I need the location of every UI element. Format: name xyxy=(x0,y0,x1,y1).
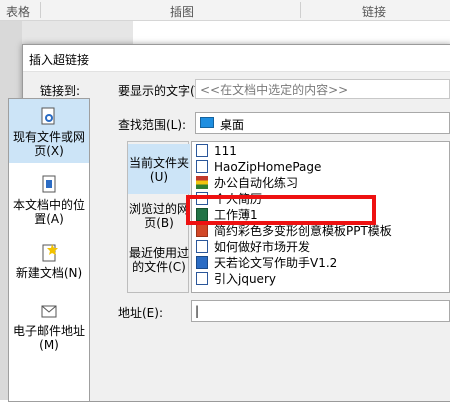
link-new-document-label: 新建文档(N) xyxy=(15,266,83,280)
look-in-combo[interactable]: 桌面 xyxy=(195,112,450,134)
list-item[interactable]: 111 xyxy=(196,144,446,159)
header-separator xyxy=(40,2,41,18)
nav-current-folder[interactable]: 当前文件夹(U) xyxy=(128,144,190,194)
header-col-link: 链接 xyxy=(362,5,387,19)
look-in-label: 查找范围(L): xyxy=(118,118,187,132)
list-item[interactable]: 办公自动化练习 xyxy=(196,176,446,191)
link-email-address[interactable]: 电子邮件地址(M) xyxy=(9,299,89,359)
dialog-titlebar: 插入超链接 xyxy=(23,45,450,72)
list-item[interactable]: HaoZipHomePage xyxy=(196,160,446,175)
link-existing-file-label: 现有文件或网页(X) xyxy=(12,130,85,158)
display-text-input[interactable]: <<在文档中选定的内容>> xyxy=(195,79,450,99)
nav-recent-files[interactable]: 最近使用过的文件(C) xyxy=(128,246,190,290)
link-to-panel: 现有文件或网页(X) 本文档中的位置(A) 新建文档(N) 电子邮件地址(M) xyxy=(8,98,90,402)
folder-archive-icon xyxy=(196,176,208,189)
list-item[interactable]: 如何做好市场开发 xyxy=(196,240,446,255)
new-document-icon xyxy=(42,244,58,262)
list-item[interactable]: 简约彩色多变形创意模板PPT模板 xyxy=(196,224,446,239)
bookmark-doc-icon xyxy=(42,175,56,193)
nav-browsed-pages[interactable]: 浏览过的网页(B) xyxy=(128,202,190,238)
existing-file-icon xyxy=(41,107,55,125)
header-separator xyxy=(300,2,301,18)
app-icon xyxy=(196,256,208,269)
address-label: 地址(E): xyxy=(118,306,163,320)
link-place-in-doc[interactable]: 本文档中的位置(A) xyxy=(9,171,89,235)
link-email-address-label: 电子邮件地址(M) xyxy=(13,324,86,352)
header-col-illustration: 插图 xyxy=(170,5,195,19)
list-item[interactable]: 天若论文写作助手V1.2 xyxy=(196,256,446,271)
link-existing-file[interactable]: 现有文件或网页(X) xyxy=(9,99,89,163)
link-place-in-doc-label: 本文档中的位置(A) xyxy=(12,198,85,226)
link-new-document[interactable]: 新建文档(N) xyxy=(9,241,89,291)
dialog-title: 插入超链接 xyxy=(29,53,90,67)
word-doc-icon xyxy=(196,160,208,173)
list-item[interactable]: 引入jquery xyxy=(196,272,446,287)
look-in-value: 桌面 xyxy=(220,118,245,132)
address-input[interactable]: | xyxy=(191,300,450,322)
desktop-icon xyxy=(200,117,214,128)
email-icon xyxy=(41,305,57,318)
word-doc-icon xyxy=(196,240,208,253)
word-doc-icon xyxy=(196,272,208,285)
highlight-box xyxy=(186,195,376,225)
word-doc-icon xyxy=(196,144,208,157)
address-caret: | xyxy=(195,304,200,318)
ppt-icon xyxy=(196,224,208,237)
browse-nav: 当前文件夹(U) 浏览过的网页(B) 最近使用过的文件(C) xyxy=(127,141,190,293)
header-col-table: 表格 xyxy=(6,5,31,19)
link-to-label: 链接到: xyxy=(40,84,81,98)
